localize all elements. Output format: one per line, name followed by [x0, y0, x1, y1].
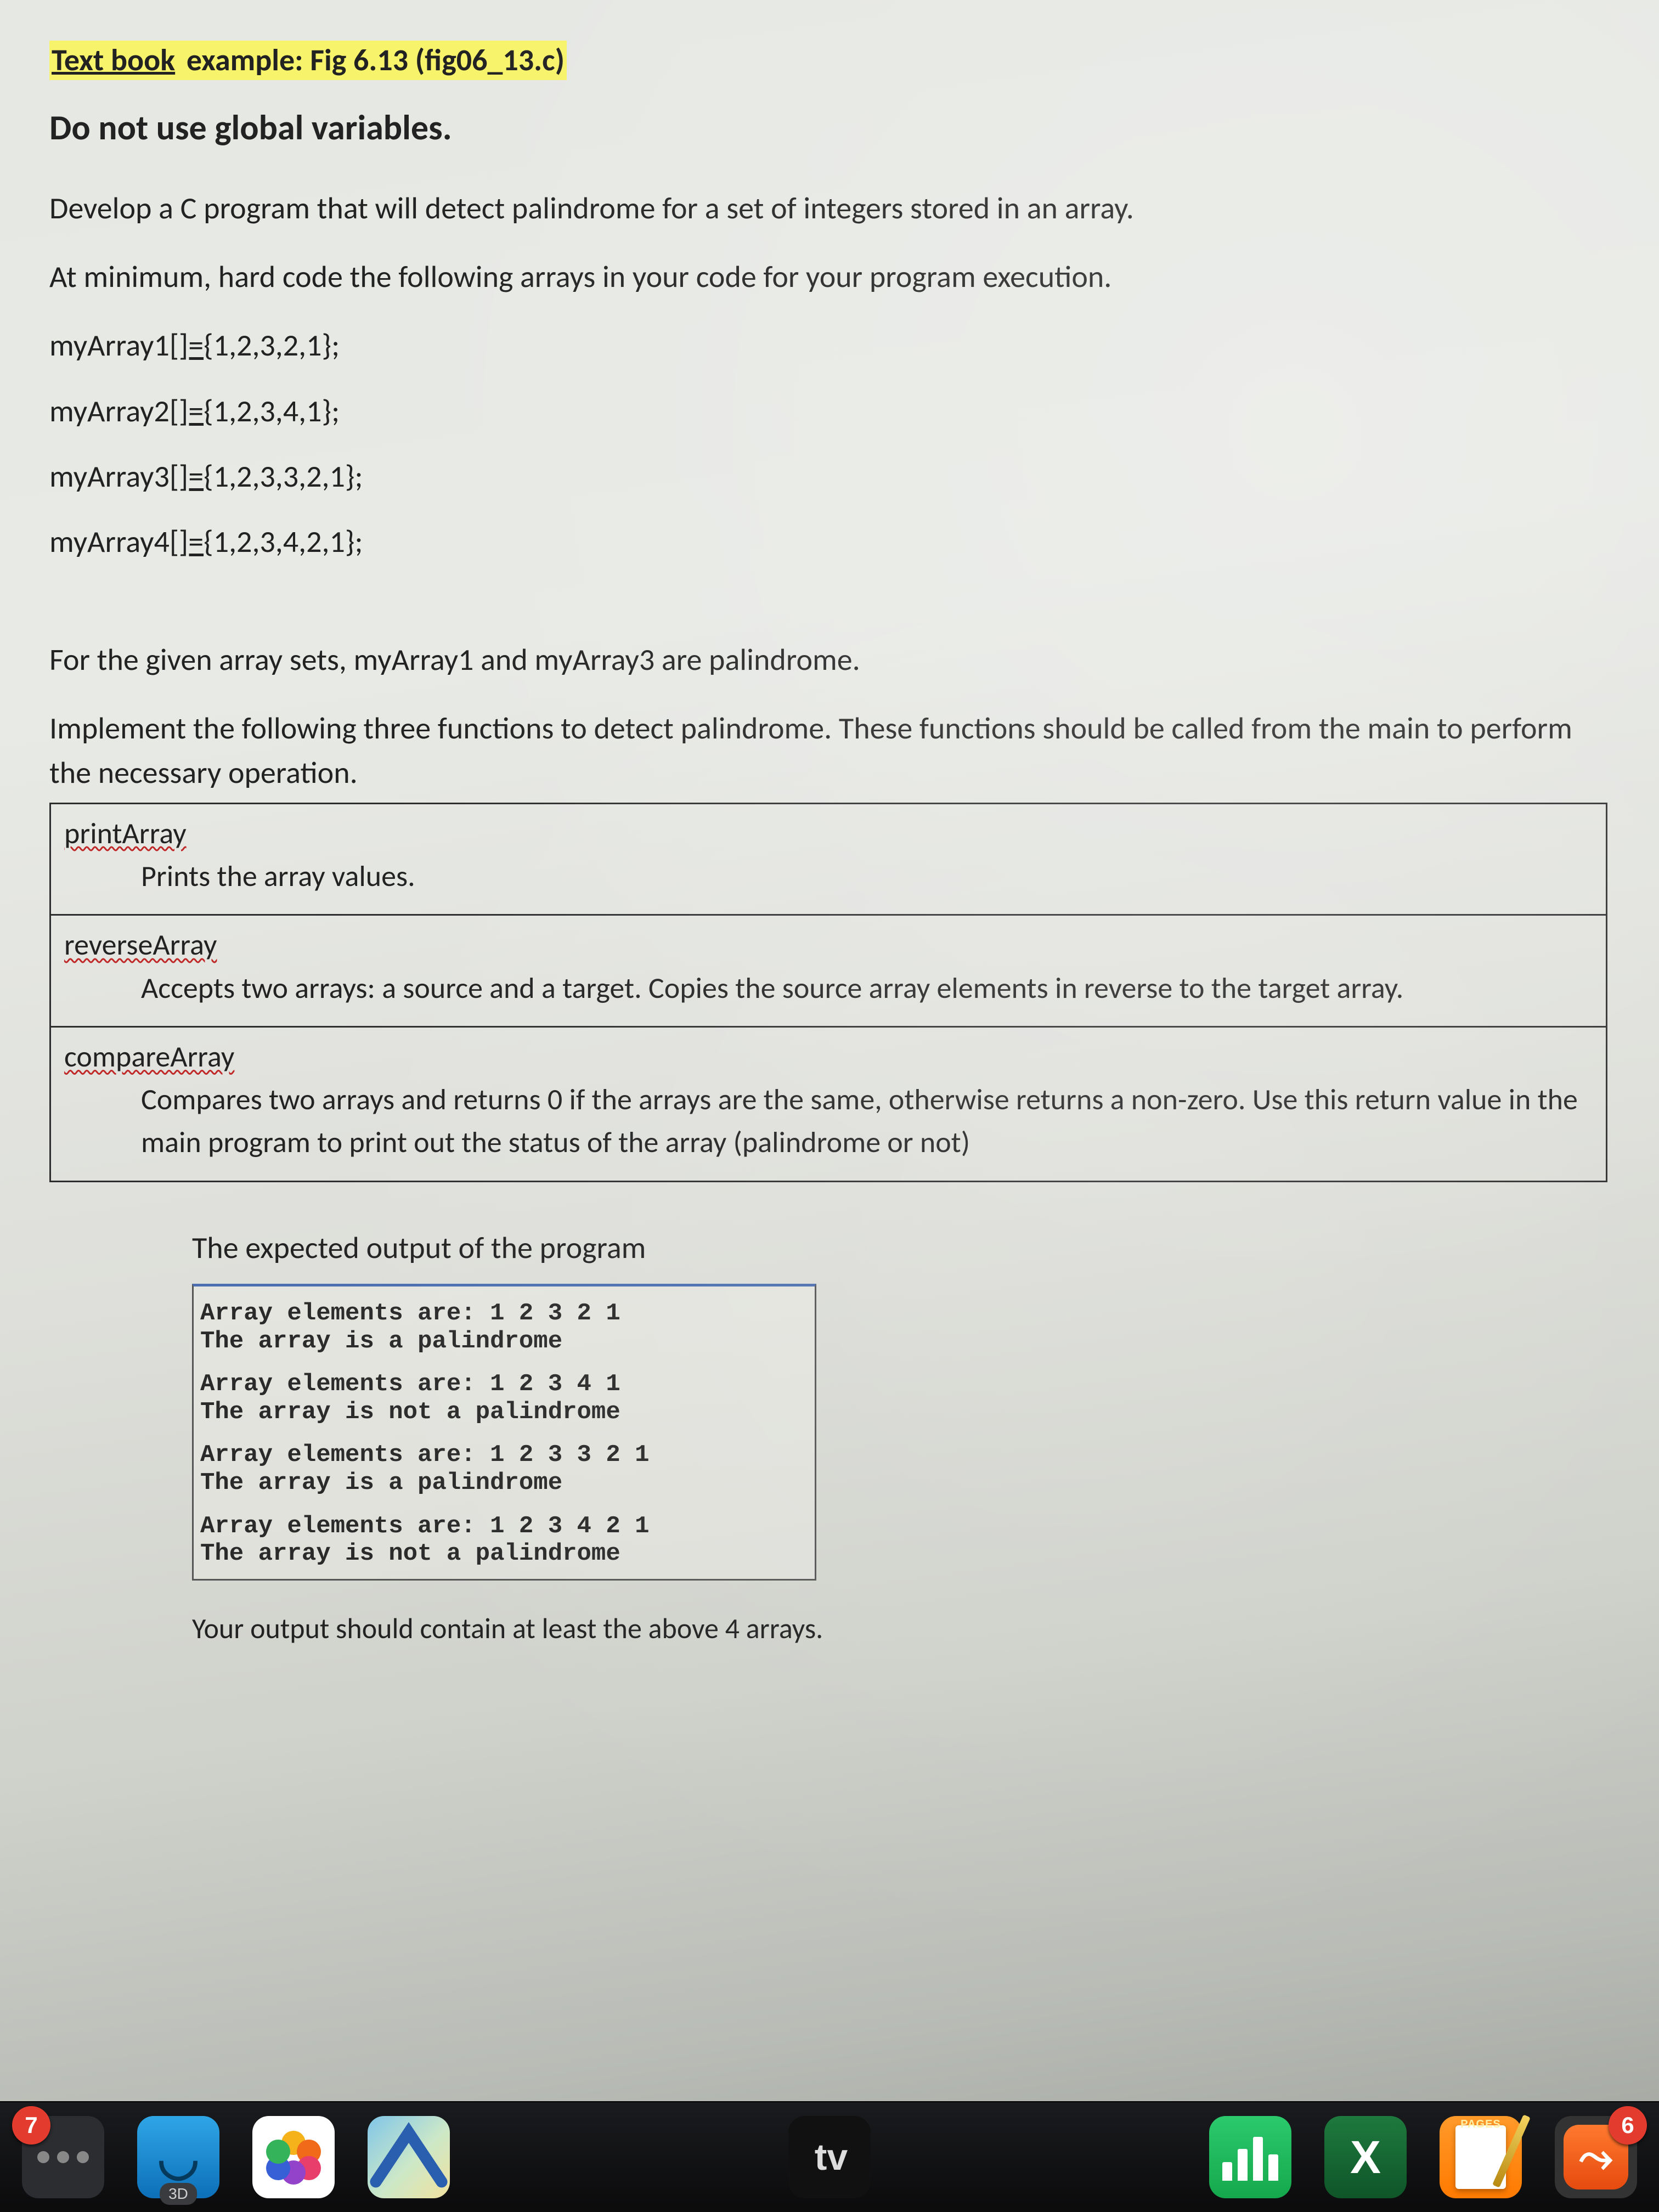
paragraph-3: For the given array sets, myArray1 and m… [49, 638, 1621, 682]
arr1-name: myArray1 [49, 327, 170, 364]
paragraph-2: At minimum, hard code the following arra… [49, 255, 1621, 300]
arr3-brackets: []= [170, 458, 204, 495]
func-desc-reverse: Accepts two arrays: a source and a targe… [64, 967, 1593, 1009]
console-block: Array elements are: 1 2 3 3 2 1 The arra… [200, 1441, 804, 1497]
array-decl-1: myArray1[]={1,2,3,2,1}; [49, 324, 1621, 368]
func-name-reverse: reverseArray [64, 927, 217, 963]
arr3-name: myArray3 [49, 458, 170, 495]
title-line: Text book example: Fig 6.13 (fig06_13.c) [49, 38, 1621, 83]
arr4-val: {1,2,3,4,2,1}; [204, 523, 363, 561]
pages-label: PAGES [1460, 2118, 1501, 2131]
functions-table: printArray Prints the array values. reve… [49, 803, 1607, 1182]
excel-label: X [1350, 2131, 1381, 2184]
console-block: Array elements are: 1 2 3 2 1 The array … [200, 1300, 804, 1355]
console-block: Array elements are: 1 2 3 4 2 1 The arra… [200, 1513, 804, 1568]
expected-output-title: The expected output of the program [192, 1226, 1621, 1271]
arr2-brackets: []= [170, 393, 204, 430]
func-row-print: printArray Prints the array values. [50, 803, 1607, 915]
notification-badge: 6 [1609, 2106, 1647, 2145]
swift-playgrounds-icon[interactable]: 6 ⤳ [1555, 2116, 1637, 2198]
array-decl-4: myArray4[]={1,2,3,4,2,1}; [49, 520, 1621, 565]
console-block: Array elements are: 1 2 3 4 1 The array … [200, 1370, 804, 1426]
func-name-compare: compareArray [64, 1039, 234, 1075]
arr1-brackets: []= [170, 327, 204, 364]
rule-line: Do not use global variables. [49, 103, 1621, 154]
console-output: Array elements are: 1 2 3 2 1 The array … [192, 1284, 816, 1581]
excel-icon[interactable]: X [1324, 2116, 1407, 2198]
console-line: The array is not a palindrome [200, 1540, 804, 1568]
console-line: The array is a palindrome [200, 1328, 804, 1356]
expected-output-section: The expected output of the program Array… [49, 1226, 1621, 1649]
arr2-val: {1,2,3,4,1}; [204, 393, 340, 430]
more-apps-icon[interactable]: 7 [22, 2116, 104, 2198]
document-page: Text book example: Fig 6.13 (fig06_13.c)… [0, 0, 1659, 2151]
finder-icon[interactable]: ◡ 3D [137, 2116, 219, 2198]
tv-label: tv [815, 2136, 848, 2179]
func-row-reverse: reverseArray Accepts two arrays: a sourc… [50, 915, 1607, 1027]
func-desc-compare: Compares two arrays and returns 0 if the… [64, 1078, 1593, 1164]
output-note: Your output should contain at least the … [192, 1608, 1621, 1649]
photos-flower-icon [267, 2131, 320, 2183]
func-name-print: printArray [64, 815, 187, 851]
notification-badge: 7 [12, 2106, 50, 2145]
threed-label: 3D [160, 2183, 197, 2205]
arr4-name: myArray4 [49, 523, 170, 561]
numbers-icon[interactable] [1209, 2116, 1291, 2198]
arr3-val: {1,2,3,3,2,1}; [204, 458, 363, 495]
maps-icon[interactable] [368, 2116, 450, 2198]
macos-dock: 7 ◡ 3D tv X PAGES 6 ⤳ [0, 2101, 1659, 2212]
pages-icon[interactable]: PAGES [1440, 2116, 1522, 2198]
console-line: The array is a palindrome [200, 1469, 804, 1497]
paragraph-1: Develop a C program that will detect pal… [49, 187, 1621, 231]
console-line: The array is not a palindrome [200, 1398, 804, 1426]
maps-glyph-icon [368, 2116, 450, 2198]
console-line: Array elements are: 1 2 3 2 1 [200, 1300, 804, 1328]
apple-tv-icon[interactable]: tv [788, 2116, 871, 2198]
func-desc-print: Prints the array values. [64, 855, 1593, 898]
array-decl-3: myArray3[]={1,2,3,3,2,1}; [49, 455, 1621, 499]
title-rest: example: Fig 6.13 (fig06_13.c) [177, 41, 567, 80]
console-line: Array elements are: 1 2 3 4 2 1 [200, 1513, 804, 1541]
finder-face-icon: ◡ [157, 2129, 200, 2186]
paragraph-4: Implement the following three functions … [49, 707, 1621, 795]
func-row-compare: compareArray Compares two arrays and ret… [50, 1026, 1607, 1181]
console-line: Array elements are: 1 2 3 4 1 [200, 1370, 804, 1398]
bar-chart-icon [1222, 2134, 1278, 2181]
arr2-name: myArray2 [49, 393, 170, 430]
console-line: Array elements are: 1 2 3 3 2 1 [200, 1441, 804, 1469]
array-decl-2: myArray2[]={1,2,3,4,1}; [49, 390, 1621, 434]
arr1-val: {1,2,3,2,1}; [204, 327, 340, 364]
arr4-brackets: []= [170, 523, 204, 561]
title-highlight: Text book [49, 41, 177, 80]
photos-icon[interactable] [252, 2116, 335, 2198]
